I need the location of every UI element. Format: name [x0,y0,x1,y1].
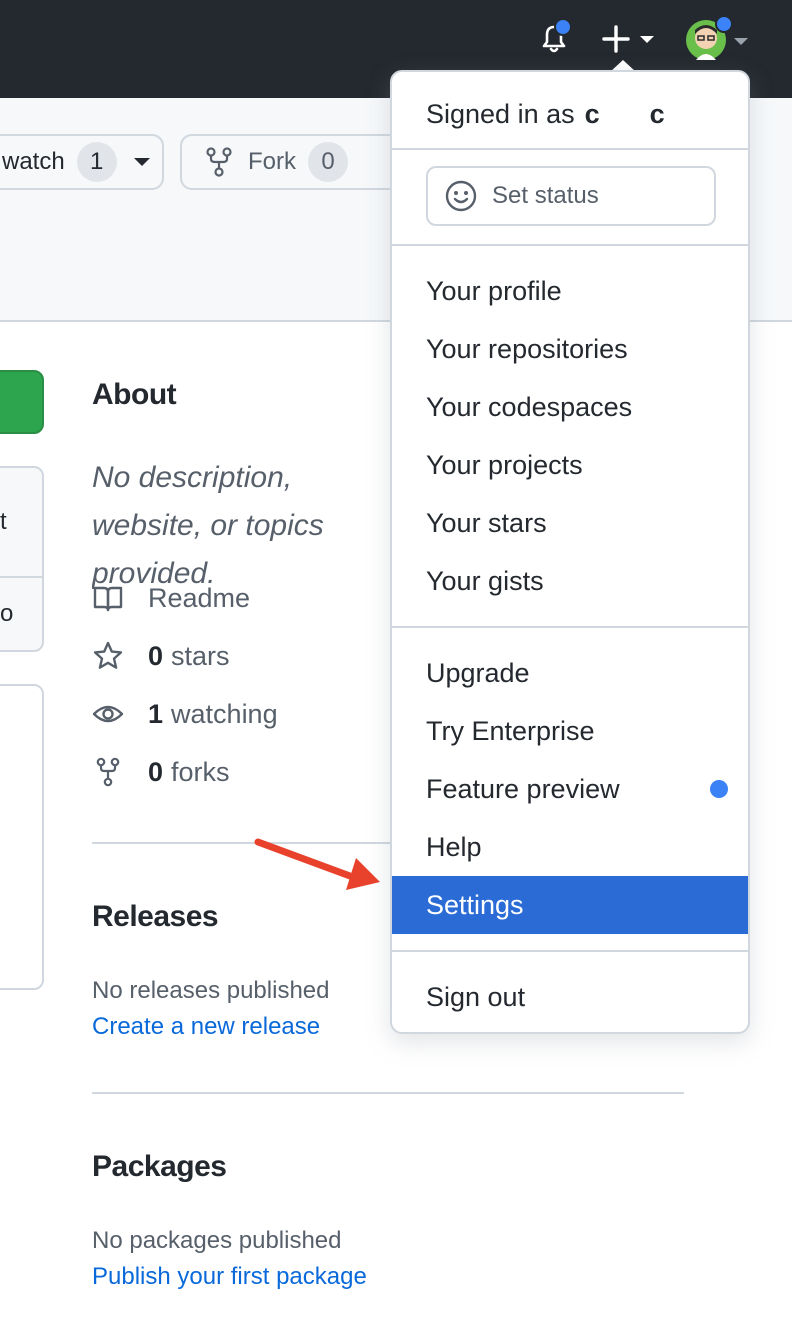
menu-item-your-gists[interactable]: Your gists [392,552,748,610]
set-status-label: Set status [492,182,599,209]
about-description: No description, website, or topics provi… [92,461,324,590]
watching-link[interactable]: 1 watching [92,698,278,730]
partial-file-list-box [0,684,44,990]
menu-divider [392,626,748,628]
watch-button[interactable]: watch 1 [0,134,164,190]
watching-label: watching [171,698,278,729]
menu-item-your-projects[interactable]: Your projects [392,436,748,494]
publish-package-link[interactable]: Publish your first package [92,1263,367,1291]
partial-item-1[interactable]: t [0,508,7,536]
partial-panel: t o [0,466,44,652]
repo-forked-icon [96,757,120,787]
about-heading: About [92,378,177,411]
signed-in-header: Signed in as c c [426,94,665,134]
new-indicator-dot [710,780,728,798]
repo-forked-icon [206,147,232,177]
stars-link[interactable]: 0 stars [92,640,230,672]
user-dropdown-menu: Signed in as c c Set status Your profile… [390,70,750,1034]
partial-item-2[interactable]: o [0,600,13,628]
menu-item-your-codespaces[interactable]: Your codespaces [392,378,748,436]
menu-divider [392,950,748,952]
readme-link[interactable]: Readme [92,582,250,614]
code-dropdown-button[interactable] [0,370,44,434]
menu-item-feature-preview: Feature preview [426,774,620,804]
annotation-arrow-icon [254,838,380,890]
menu-item-settings[interactable]: Settings [392,876,748,934]
forks-label: forks [171,756,230,787]
username-end: c [649,98,665,129]
create-release-link[interactable]: Create a new release [92,1013,320,1041]
watch-count: 1 [76,142,117,182]
user-avatar-menu-button[interactable] [684,15,754,64]
eye-icon [92,705,124,723]
packages-empty-text: No packages published [92,1227,342,1254]
divider [0,576,42,578]
smiley-icon [445,180,477,212]
create-new-plus-icon[interactable] [600,22,660,56]
menu-item-try-enterprise[interactable]: Try Enterprise [392,702,748,760]
star-icon [93,641,123,669]
set-status-button[interactable]: Set status [426,166,716,226]
packages-heading[interactable]: Packages [92,1150,227,1184]
menu-divider [392,244,748,246]
username-start: c [584,98,600,129]
forks-count: 0 [148,756,164,787]
watch-label: watch [2,148,65,175]
menu-item-feature-preview-row[interactable]: Feature preview [392,760,748,818]
signed-in-prefix: Signed in as [426,98,575,129]
stars-count: 0 [148,640,164,671]
book-icon [93,586,123,612]
username-redaction [599,94,640,134]
forks-link[interactable]: 0 forks [92,756,230,788]
releases-heading[interactable]: Releases [92,900,219,934]
menu-item-upgrade[interactable]: Upgrade [392,644,748,702]
menu-item-your-repositories[interactable]: Your repositories [392,320,748,378]
menu-item-your-profile[interactable]: Your profile [392,262,748,320]
fork-count: 0 [308,142,348,182]
chevron-down-icon [133,158,150,166]
fork-button[interactable]: Fork 0 [180,134,400,190]
readme-label: Readme [148,582,251,613]
menu-divider [392,148,748,150]
section-divider [92,1092,684,1094]
menu-item-sign-out[interactable]: Sign out [392,968,748,1026]
stars-label: stars [171,640,230,671]
menu-item-help[interactable]: Help [392,818,748,876]
watching-count: 1 [148,698,164,729]
releases-empty-text: No releases published [92,977,330,1004]
notifications-bell-icon[interactable] [534,18,574,58]
menu-item-your-stars[interactable]: Your stars [392,494,748,552]
fork-label: Fork [248,148,296,175]
